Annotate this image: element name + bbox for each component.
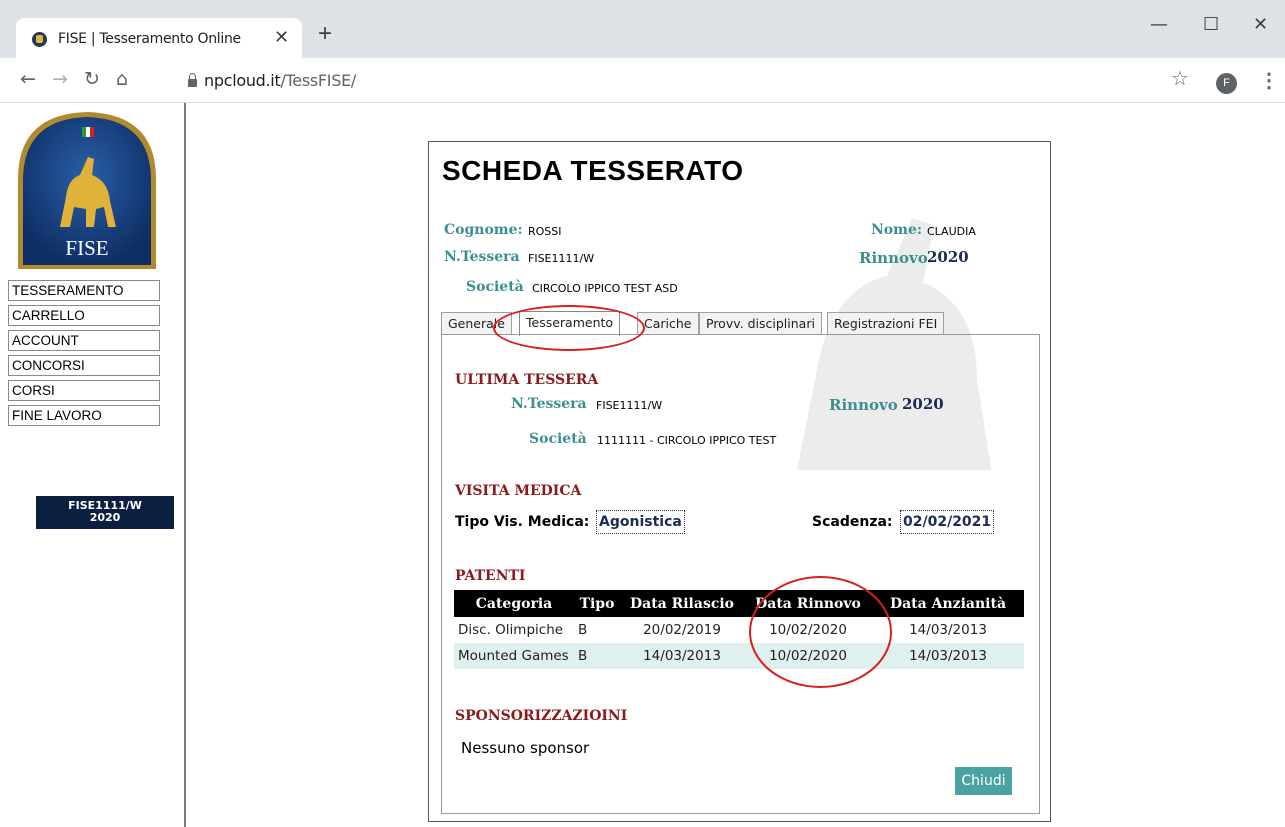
address-bar[interactable]: npcloud.it/TessFISE/ — [204, 71, 356, 90]
cell-categoria: Disc. Olimpiche — [458, 622, 564, 638]
societa-label: Società — [466, 279, 524, 295]
menu-fine-lavoro[interactable]: FINE LAVORO — [8, 405, 160, 426]
col-data-rilascio: Data Rilascio — [620, 590, 744, 617]
visita-medica-title: VISITA MEDICA — [455, 483, 582, 499]
ultima-societa-value: 1111111 - CIRCOLO IPPICO TEST — [597, 434, 777, 447]
main-menu: TESSERAMENTO CARRELLO ACCOUNT CONCORSI C… — [8, 280, 160, 430]
nome-value: CLAUDIA — [927, 225, 976, 238]
window-close-icon[interactable]: ✕ — [1253, 14, 1268, 35]
societa-value: CIRCOLO IPPICO TEST ASD — [532, 282, 678, 295]
cognome-value: ROSSI — [528, 225, 562, 238]
col-data-anzianita: Data Anzianità — [872, 590, 1024, 617]
left-sidebar: FISE TESSERAMENTO CARRELLO ACCOUNT CONCO… — [0, 103, 186, 827]
patenti-table: Categoria Tipo Data Rilascio Data Rinnov… — [454, 590, 1024, 669]
tessera-value: FISE1111/W — [528, 252, 595, 265]
menu-carrello[interactable]: CARRELLO — [8, 305, 160, 326]
tab-strip: FISE | Tesseramento Online ✕ + — ☐ ✕ — [0, 0, 1285, 60]
close-tab-icon[interactable]: ✕ — [274, 27, 289, 48]
badge-year: 2020 — [89, 511, 121, 524]
back-icon[interactable]: ← — [20, 68, 36, 90]
tipo-visita-value: Agonistica — [596, 510, 685, 534]
bookmark-star-icon[interactable]: ☆ — [1171, 66, 1189, 91]
close-button[interactable]: Chiudi — [955, 767, 1012, 795]
profile-avatar[interactable]: F — [1216, 73, 1237, 94]
new-tab-icon[interactable]: + — [318, 22, 332, 46]
cell-data-anzianita: 14/03/2013 — [872, 643, 1024, 669]
table-row: Disc. Olimpiche B 20/02/2019 10/02/2020 … — [454, 617, 1024, 643]
col-data-rinnovo: Data Rinnovo — [744, 590, 872, 617]
home-icon[interactable]: ⌂ — [116, 68, 128, 90]
cell-data-rinnovo: 10/02/2020 — [769, 622, 847, 638]
ultima-tessera-label: N.Tessera — [511, 396, 587, 412]
url-host: npcloud.it — [204, 71, 281, 90]
ultima-tessera-value: FISE1111/W — [596, 399, 663, 412]
fise-logo: FISE — [18, 112, 156, 269]
fise-favicon-icon — [32, 32, 47, 47]
menu-corsi[interactable]: CORSI — [8, 380, 160, 401]
cell-data-rilascio: 20/02/2019 — [643, 622, 721, 638]
browser-menu-icon[interactable]: ⋮ — [1259, 68, 1279, 93]
tab-title: FISE | Tesseramento Online — [58, 31, 241, 47]
browser-tab[interactable]: FISE | Tesseramento Online ✕ — [16, 18, 302, 60]
col-categoria: Categoria — [454, 590, 574, 617]
tab-generale[interactable]: Generale — [441, 312, 512, 335]
cell-data-rilascio: 14/03/2013 — [620, 643, 744, 669]
cell-tipo: B — [578, 622, 588, 638]
menu-account[interactable]: ACCOUNT — [8, 330, 160, 351]
browser-toolbar: ← → ↻ ⌂ npcloud.it/TessFISE/ ☆ F ⋮ — [0, 58, 1285, 103]
scadenza-value: 02/02/2021 — [900, 510, 995, 534]
user-badge: FISE1111/W 2020 — [36, 496, 174, 529]
menu-tesseramento[interactable]: TESSERAMENTO — [8, 280, 160, 301]
rinnovo-value: 2020 — [927, 248, 969, 266]
scheda-tesserato-card: SCHEDA TESSERATO Cognome: ROSSI Nome: CL… — [428, 141, 1051, 822]
sponsorizzazioni-title: SPONSORIZZAZIOINI — [455, 708, 628, 724]
minimize-icon[interactable]: — — [1150, 14, 1168, 35]
nome-label: Nome: — [871, 222, 923, 238]
tessera-label: N.Tessera — [444, 249, 520, 265]
cell-data-rinnovo: 10/02/2020 — [744, 643, 872, 669]
tab-cariche[interactable]: Cariche — [637, 312, 699, 335]
tab-registrazioni-fei[interactable]: Registrazioni FEI — [827, 312, 945, 335]
cell-tipo: B — [574, 643, 620, 669]
tab-provv-disciplinari[interactable]: Provv. disciplinari — [699, 312, 822, 335]
url-path: /TessFISE/ — [280, 71, 356, 90]
table-header-row: Categoria Tipo Data Rilascio Data Rinnov… — [454, 590, 1024, 617]
cognome-label: Cognome: — [444, 222, 523, 238]
cell-data-anzianita: 14/03/2013 — [909, 622, 987, 638]
table-row: Mounted Games B 14/03/2013 10/02/2020 14… — [454, 643, 1024, 669]
browser-chrome: FISE | Tesseramento Online ✕ + — ☐ ✕ ← →… — [0, 0, 1285, 103]
rinnovo-label: Rinnovo — [859, 249, 928, 267]
tipo-visita-label: Tipo Vis. Medica: — [455, 514, 590, 530]
ultima-rinnovo-label: Rinnovo — [829, 396, 898, 414]
no-sponsor-text: Nessuno sponsor — [461, 739, 590, 757]
menu-concorsi[interactable]: CONCORSI — [8, 355, 160, 376]
ultima-rinnovo-value: 2020 — [902, 395, 944, 413]
tab-tesseramento[interactable]: Tesseramento — [519, 311, 621, 336]
cell-categoria: Mounted Games — [454, 643, 574, 669]
lock-icon[interactable] — [188, 73, 197, 87]
col-tipo: Tipo — [574, 590, 620, 617]
svg-text:FISE: FISE — [65, 236, 108, 260]
ultima-societa-label: Società — [529, 431, 587, 447]
page-title: SCHEDA TESSERATO — [442, 155, 744, 186]
scadenza-label: Scadenza: — [812, 514, 893, 530]
reload-icon[interactable]: ↻ — [84, 68, 100, 90]
maximize-icon[interactable]: ☐ — [1203, 14, 1219, 35]
patenti-title: PATENTI — [455, 568, 526, 584]
forward-icon[interactable]: → — [52, 68, 68, 90]
ultima-tessera-title: ULTIMA TESSERA — [455, 372, 599, 388]
